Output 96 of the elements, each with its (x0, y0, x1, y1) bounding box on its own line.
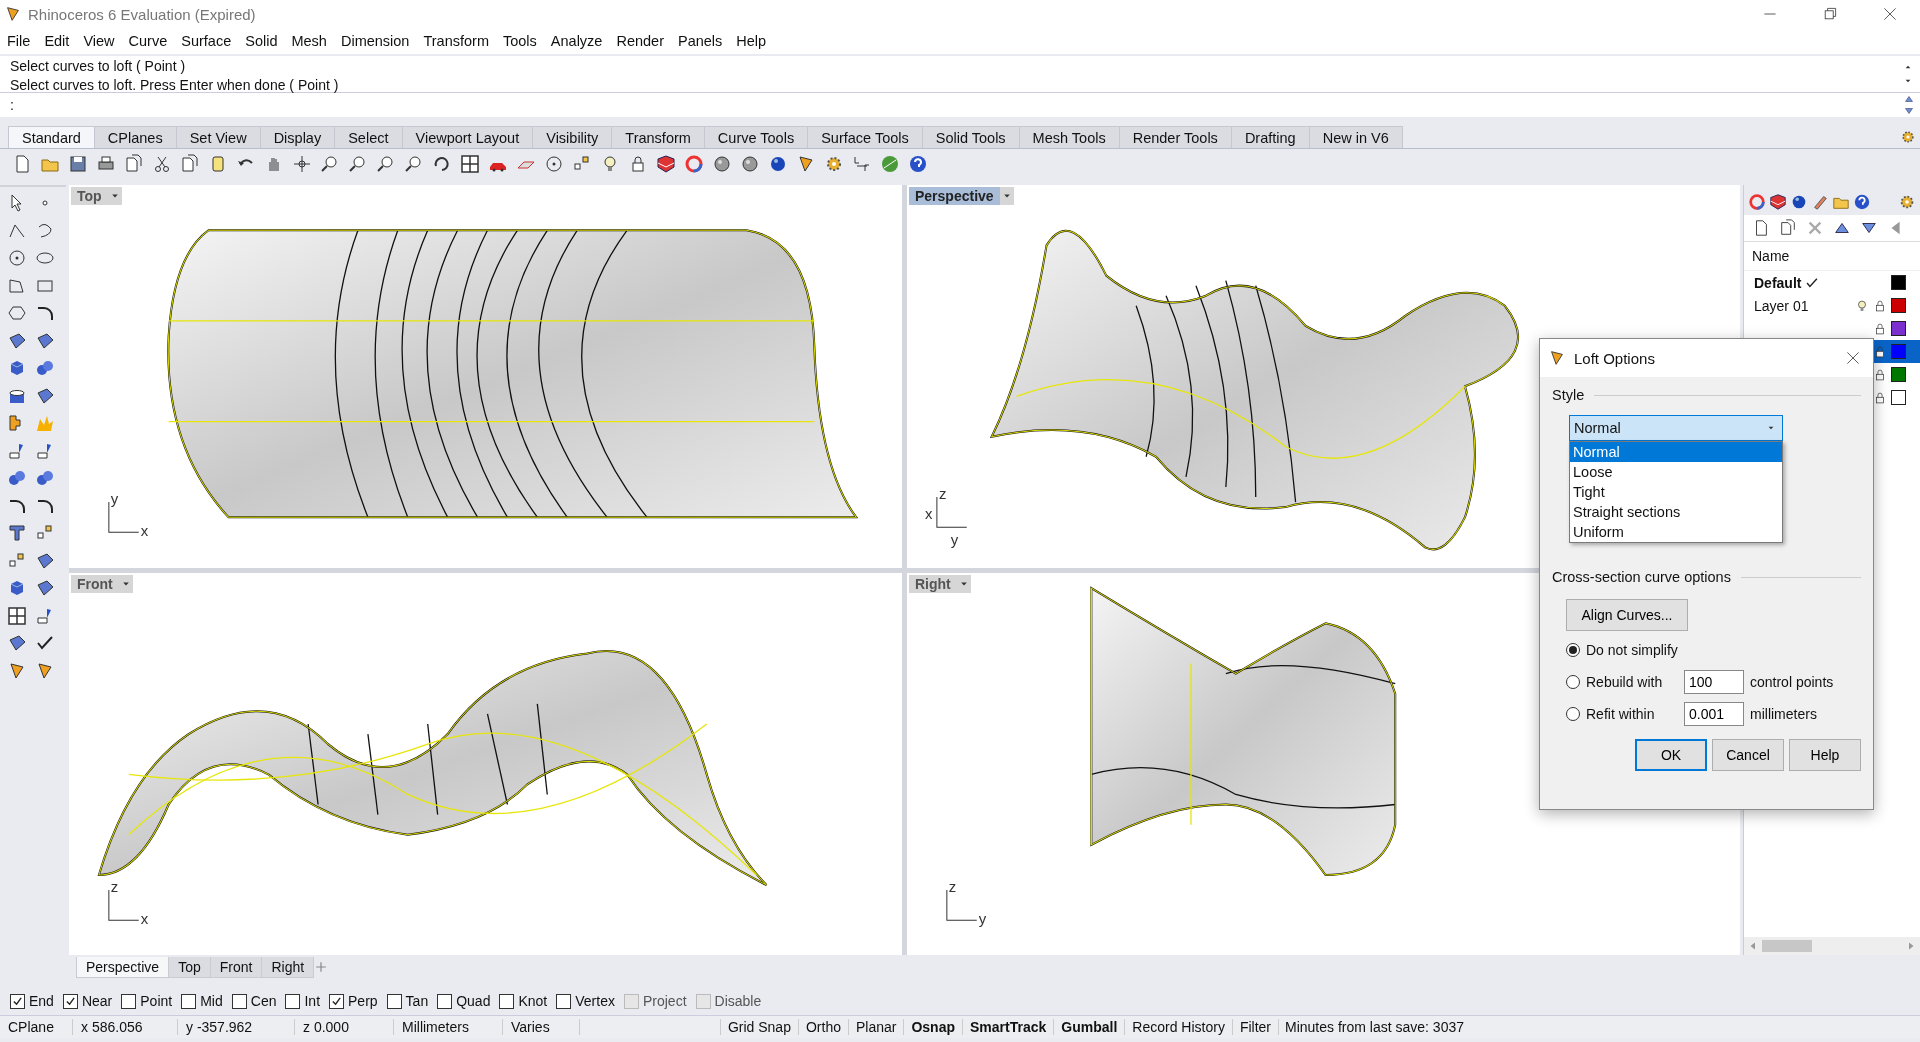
checkbox-label[interactable]: Point (140, 993, 173, 1009)
menu-item[interactable]: Edit (44, 33, 70, 49)
viewport-tab[interactable]: Front (209, 956, 263, 978)
menu-item[interactable]: Surface (181, 33, 232, 49)
number-field[interactable]: 0.001 (1684, 702, 1744, 726)
style-dropdown[interactable]: Normal (1569, 415, 1783, 441)
checkbox-label[interactable]: Near (81, 993, 113, 1009)
toolbar-tab[interactable]: Standard (8, 126, 95, 148)
radio-label[interactable]: Rebuild with (1586, 674, 1678, 690)
toolbar-tab[interactable]: Select (334, 126, 403, 148)
layer-row[interactable]: Default (1744, 271, 1920, 294)
menu-item[interactable]: Tools (502, 33, 537, 49)
radio-label[interactable]: Refit within (1586, 706, 1678, 722)
status-text: Minutes from last save: 3037 (1278, 1019, 1470, 1035)
dialog-button[interactable]: OK (1635, 739, 1707, 771)
menu-item[interactable]: Transform (423, 33, 489, 49)
dialog-button[interactable]: Help (1789, 739, 1861, 771)
radio-label[interactable]: Do not simplify (1586, 642, 1678, 658)
status-toggle[interactable]: Ortho (797, 1019, 848, 1035)
axis-label: x (140, 909, 149, 927)
toolbar-tab[interactable]: Set View (175, 126, 261, 148)
status-toggle[interactable]: SmartTrack (962, 1019, 1054, 1035)
status-field[interactable]: CPlane (0, 1019, 73, 1035)
status-toggle[interactable]: Osnap (903, 1019, 962, 1035)
menu-item[interactable]: Panels (678, 33, 723, 49)
viewport-tab[interactable]: Top (168, 956, 211, 978)
toolbar-tab[interactable]: Mesh Tools (1018, 126, 1120, 148)
status-field: x 586.056 (73, 1019, 178, 1035)
checkbox-label[interactable]: Int (304, 993, 321, 1009)
layer-row[interactable]: Layer 01 (1744, 294, 1920, 317)
toolbar-tab[interactable]: Drafting (1230, 126, 1310, 148)
axis-label: y (950, 531, 959, 549)
layer-name: Layer 01 (1754, 297, 1809, 314)
menu-item[interactable]: Render (616, 33, 664, 49)
dialog-button[interactable]: Cancel (1712, 739, 1784, 771)
menu-item[interactable]: Mesh (291, 33, 327, 49)
toolbar-tab[interactable]: Visibility (532, 126, 613, 148)
axis-label: y (978, 909, 987, 927)
viewport[interactable]: Top y x (69, 185, 902, 568)
status-toggle[interactable]: Grid Snap (719, 1019, 798, 1035)
column-header[interactable]: Name (1744, 242, 1920, 271)
status-toggle[interactable]: Filter (1231, 1019, 1278, 1035)
checkbox-label[interactable]: Mid (200, 993, 223, 1009)
unit-label: control points (1750, 674, 1834, 690)
status-field[interactable]: Varies (503, 1019, 580, 1035)
status-field[interactable]: Millimeters (394, 1019, 503, 1035)
toolbar-tab[interactable]: Surface Tools (807, 126, 923, 148)
align-curves-button[interactable]: Align Curves... (1566, 599, 1688, 631)
toolbar-tab[interactable]: Viewport Layout (401, 126, 534, 148)
menu-item[interactable]: Analyze (550, 33, 603, 49)
checkbox-label[interactable]: Cen (250, 993, 277, 1009)
menu-item[interactable]: Dimension (340, 33, 410, 49)
dialog-title: Loft Options (1574, 349, 1655, 367)
viewport[interactable]: Front z x (69, 572, 902, 955)
toolbar-tab[interactable]: Render Tools (1118, 126, 1232, 148)
checkbox-label[interactable]: End (29, 993, 54, 1009)
layer-name: Default (1754, 274, 1802, 291)
toolbar-tab[interactable]: Solid Tools (921, 126, 1020, 148)
status-field: z 0.000 (295, 1019, 394, 1035)
status-toggle[interactable]: Planar (847, 1019, 904, 1035)
axis-label: z (938, 485, 947, 503)
axis-label: z (110, 877, 119, 895)
toolbar-tab[interactable]: New in V6 (1308, 126, 1403, 148)
checkbox-label[interactable]: Vertex (575, 993, 615, 1009)
status-field: y -357.962 (178, 1019, 295, 1035)
axis-label: z (948, 877, 957, 895)
axis-label: x (140, 522, 149, 540)
command-history-line: Select curves to loft ( Point ) (10, 57, 187, 76)
checkbox-label[interactable]: Quad (456, 993, 491, 1009)
menu-item[interactable]: Solid (245, 33, 278, 49)
status-toggle[interactable]: Record History (1124, 1019, 1232, 1035)
window-title: Rhinoceros 6 Evaluation (Expired) (28, 5, 256, 23)
viewport-tab[interactable]: Right (261, 956, 315, 978)
toolbar-tab[interactable]: Display (259, 126, 336, 148)
viewport-tab[interactable]: Perspective (76, 956, 170, 978)
command-history-line: Select curves to loft. Press Enter when done ( Point ) (10, 76, 340, 95)
checkbox-label[interactable]: Knot (518, 993, 548, 1009)
axis-label: x (924, 505, 933, 523)
viewport-label[interactable]: Perspective (909, 187, 1000, 205)
toolbar-tab[interactable]: CPlanes (93, 126, 177, 148)
axis-label: y (110, 490, 119, 508)
menu-item[interactable]: View (83, 33, 115, 49)
checkbox-label[interactable]: Tan (405, 993, 429, 1009)
command-field[interactable]: : (0, 93, 1920, 117)
unit-label: millimeters (1750, 706, 1817, 722)
toolbar-tab[interactable]: Curve Tools (703, 126, 809, 148)
menu-item[interactable]: Help (736, 33, 767, 49)
menu-item[interactable]: Curve (128, 33, 168, 49)
toolbar-tab[interactable]: Transform (611, 126, 705, 148)
section-label: Cross-section curve options (1552, 569, 1731, 585)
number-field[interactable]: 100 (1684, 670, 1744, 694)
section-label: Style (1552, 387, 1585, 403)
dropdown-option[interactable]: Normal (1570, 442, 1782, 462)
status-toggle[interactable]: Gumball (1053, 1019, 1125, 1035)
menu-item[interactable]: File (7, 33, 31, 49)
checkbox-label[interactable]: Perp (348, 993, 378, 1009)
